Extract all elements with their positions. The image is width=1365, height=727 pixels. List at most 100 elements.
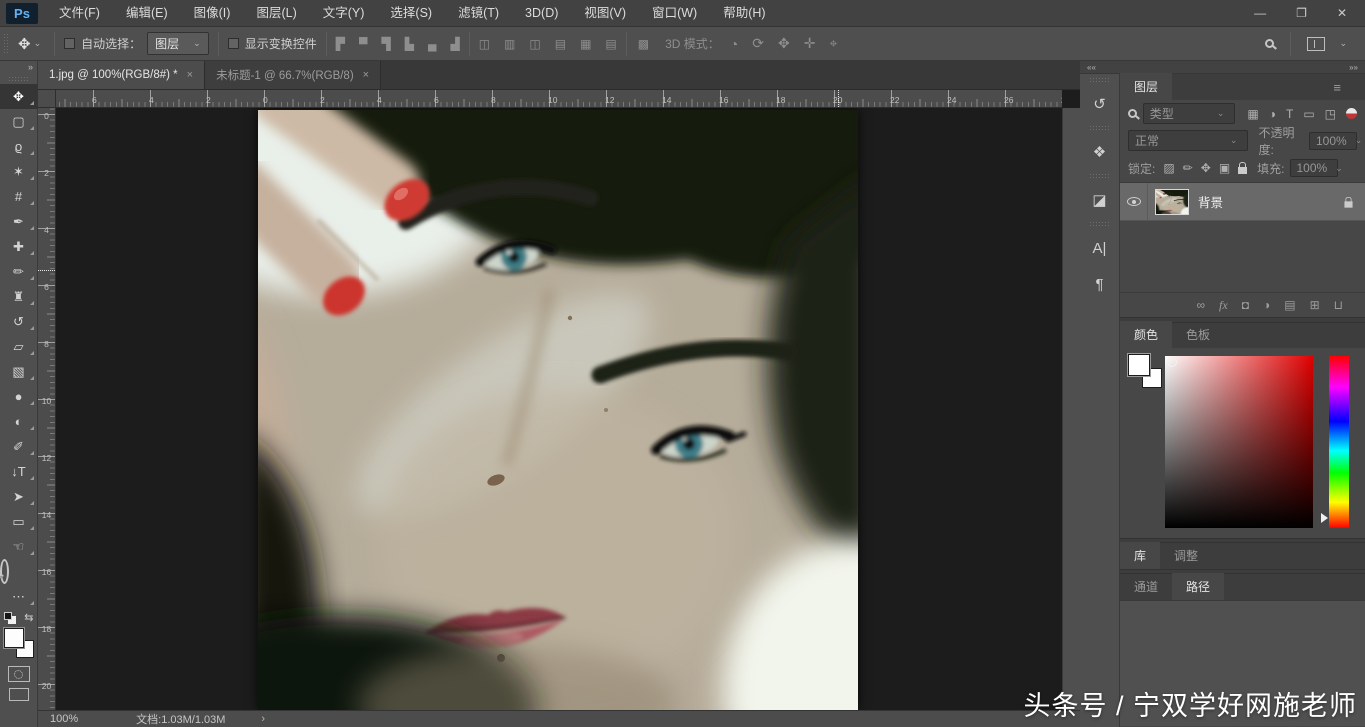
filter-kind-type-icon[interactable]: T — [1286, 107, 1293, 121]
lasso-tool[interactable]: ϱ — [0, 134, 38, 159]
3d-panel-icon[interactable]: ❖ — [1080, 134, 1119, 170]
menu-item[interactable]: 选择(S) — [377, 0, 445, 27]
ruler-corner[interactable] — [38, 90, 56, 108]
delete-layer-icon[interactable]: ⊔ — [1334, 298, 1343, 312]
type-tool[interactable]: ↓T — [0, 459, 38, 484]
layer-name[interactable]: 背景 — [1198, 192, 1344, 211]
layer-search-icon[interactable] — [1128, 109, 1137, 118]
lock-position-icon[interactable]: ✥ — [1201, 161, 1211, 175]
auto-select-checkbox[interactable] — [64, 38, 75, 49]
zoom-level-field[interactable]: 100% — [50, 713, 78, 725]
brush-tool[interactable]: ✏ — [0, 259, 38, 284]
show-transform-checkbox[interactable] — [228, 38, 239, 49]
dock-grip[interactable] — [1089, 125, 1111, 131]
menu-item[interactable]: 帮助(H) — [710, 0, 778, 27]
paragraph-panel-icon[interactable]: ¶ — [1080, 266, 1119, 302]
new-adjustment-layer-icon[interactable]: ◑ — [1263, 298, 1270, 312]
restore-button[interactable]: ❐ — [1296, 6, 1307, 20]
workspace-chevron-icon[interactable]: ⌄ — [1339, 38, 1347, 49]
tab-channels[interactable]: 通道 — [1120, 573, 1172, 600]
new-group-icon[interactable]: ▤ — [1284, 298, 1295, 312]
collapse-panels-icon[interactable]: »» — [1349, 61, 1358, 73]
minimize-button[interactable]: — — [1254, 6, 1266, 20]
auto-align-icon[interactable]: ▩ — [638, 37, 649, 51]
3d-roll-icon[interactable]: ⟳ — [752, 35, 764, 52]
screen-mode-button[interactable] — [9, 688, 29, 701]
libraries-panel-icon[interactable]: ◪ — [1080, 182, 1119, 218]
menu-item[interactable]: 滤镜(T) — [445, 0, 512, 27]
zoom-tool[interactable] — [0, 559, 9, 584]
path-selection-tool[interactable]: ➤ — [0, 484, 38, 509]
align-bottom-edges-icon[interactable]: ▟ — [450, 37, 459, 51]
current-tool-icon[interactable]: ✥ — [18, 35, 31, 53]
tab-layers[interactable]: 图层 — [1120, 73, 1172, 100]
close-tab-icon[interactable]: × — [363, 69, 369, 81]
distribute-right-edges-icon[interactable]: ▤ — [605, 37, 616, 51]
add-layer-mask-icon[interactable]: ◘ — [1242, 298, 1249, 312]
distribute-vertical-centers-icon[interactable]: ▥ — [504, 37, 515, 51]
menu-item[interactable]: 编辑(E) — [113, 0, 181, 27]
collapse-panels-icon[interactable]: «« — [1087, 61, 1096, 73]
distribute-left-edges-icon[interactable]: ▤ — [555, 37, 566, 51]
lock-pixels-icon[interactable]: ✏ — [1183, 161, 1193, 175]
new-layer-icon[interactable]: ⊞ — [1310, 298, 1320, 312]
character-panel-icon[interactable]: A| — [1080, 230, 1119, 266]
vertical-scrollbar[interactable] — [1062, 108, 1080, 710]
foreground-background-swatches[interactable] — [4, 628, 34, 658]
pen-tool[interactable]: ✐ — [0, 434, 38, 459]
quick-selection-tool[interactable]: ✶ — [0, 159, 38, 184]
foreground-color-swatch[interactable] — [4, 628, 24, 648]
3d-drag-icon[interactable]: ✥ — [778, 35, 790, 52]
hue-slider[interactable] — [1329, 356, 1349, 528]
layer-filter-dropdown[interactable]: 类型 ⌄ — [1143, 103, 1236, 124]
toolbar-ellipsis-icon[interactable]: ⋯ — [0, 584, 38, 609]
color-picker-marker[interactable] — [1167, 357, 1177, 367]
canvas-viewport[interactable] — [56, 108, 1062, 710]
layer-visibility-cell[interactable] — [1120, 183, 1148, 220]
hand-tool[interactable]: ☜ — [0, 534, 38, 559]
blend-mode-dropdown[interactable]: 正常 ⌄ — [1128, 130, 1248, 151]
history-panel-icon[interactable]: ↺ — [1080, 86, 1119, 122]
history-brush-tool[interactable]: ↺ — [0, 309, 38, 334]
fill-field[interactable]: 100% ⌄ — [1290, 159, 1338, 177]
3d-rotate-icon[interactable]: ◔ — [730, 36, 738, 52]
gradient-tool[interactable]: ▧ — [0, 359, 38, 384]
tab-swatches[interactable]: 色板 — [1172, 321, 1224, 348]
quick-mask-button[interactable] — [8, 666, 30, 682]
layer-style-icon[interactable]: fx — [1219, 298, 1228, 313]
status-chevron-icon[interactable]: › — [261, 713, 265, 725]
rectangle-tool[interactable]: ▭ — [0, 509, 38, 534]
crop-tool[interactable]: # — [0, 184, 38, 209]
menu-item[interactable]: 3D(D) — [512, 0, 571, 27]
vertical-ruler[interactable]: 02468101214161820 — [38, 108, 56, 710]
canvas-image[interactable] — [258, 110, 858, 710]
toolbox-expand-icon[interactable]: » — [28, 61, 37, 74]
eraser-tool[interactable]: ▱ — [0, 334, 38, 359]
link-layers-icon[interactable]: ∞ — [1196, 298, 1205, 312]
doc-tab[interactable]: 1.jpg @ 100%(RGB/8#) *× — [38, 61, 205, 89]
lock-transparency-icon[interactable]: ▨ — [1163, 161, 1174, 175]
menu-item[interactable]: 图层(L) — [243, 0, 309, 27]
filter-kind-image-icon[interactable]: ▦ — [1247, 107, 1258, 121]
dock-grip[interactable] — [1089, 173, 1111, 179]
dodge-tool[interactable]: ◐ — [0, 409, 38, 434]
align-left-edges-icon[interactable]: ▛ — [336, 37, 345, 51]
align-right-edges-icon[interactable]: ▜ — [381, 37, 390, 51]
menu-item[interactable]: 窗口(W) — [639, 0, 710, 27]
tab-color[interactable]: 颜色 — [1120, 321, 1172, 348]
tab-paths[interactable]: 路径 — [1172, 573, 1224, 600]
opacity-field[interactable]: 100% ⌄ — [1309, 132, 1357, 150]
filter-kind-shape-icon[interactable]: ▭ — [1303, 107, 1314, 121]
align-vertical-centers-icon[interactable]: ▄ — [428, 37, 437, 51]
blur-tool[interactable]: ● — [0, 384, 38, 409]
auto-select-dropdown[interactable]: 图层 ⌄ — [147, 32, 209, 55]
doc-tab[interactable]: 未标题-1 @ 66.7%(RGB/8)× — [205, 61, 381, 89]
tab-libraries[interactable]: 库 — [1120, 542, 1160, 569]
search-icon[interactable] — [1265, 39, 1274, 48]
filter-kind-smart-object-icon[interactable]: ◳ — [1325, 107, 1336, 121]
panel-menu-icon[interactable]: ≡ — [1319, 75, 1355, 100]
eye-icon[interactable] — [1127, 197, 1141, 206]
color-panel-swatches[interactable] — [1128, 354, 1162, 388]
spot-healing-brush-tool[interactable]: ✚ — [0, 234, 38, 259]
default-colors-icon[interactable] — [4, 612, 16, 624]
